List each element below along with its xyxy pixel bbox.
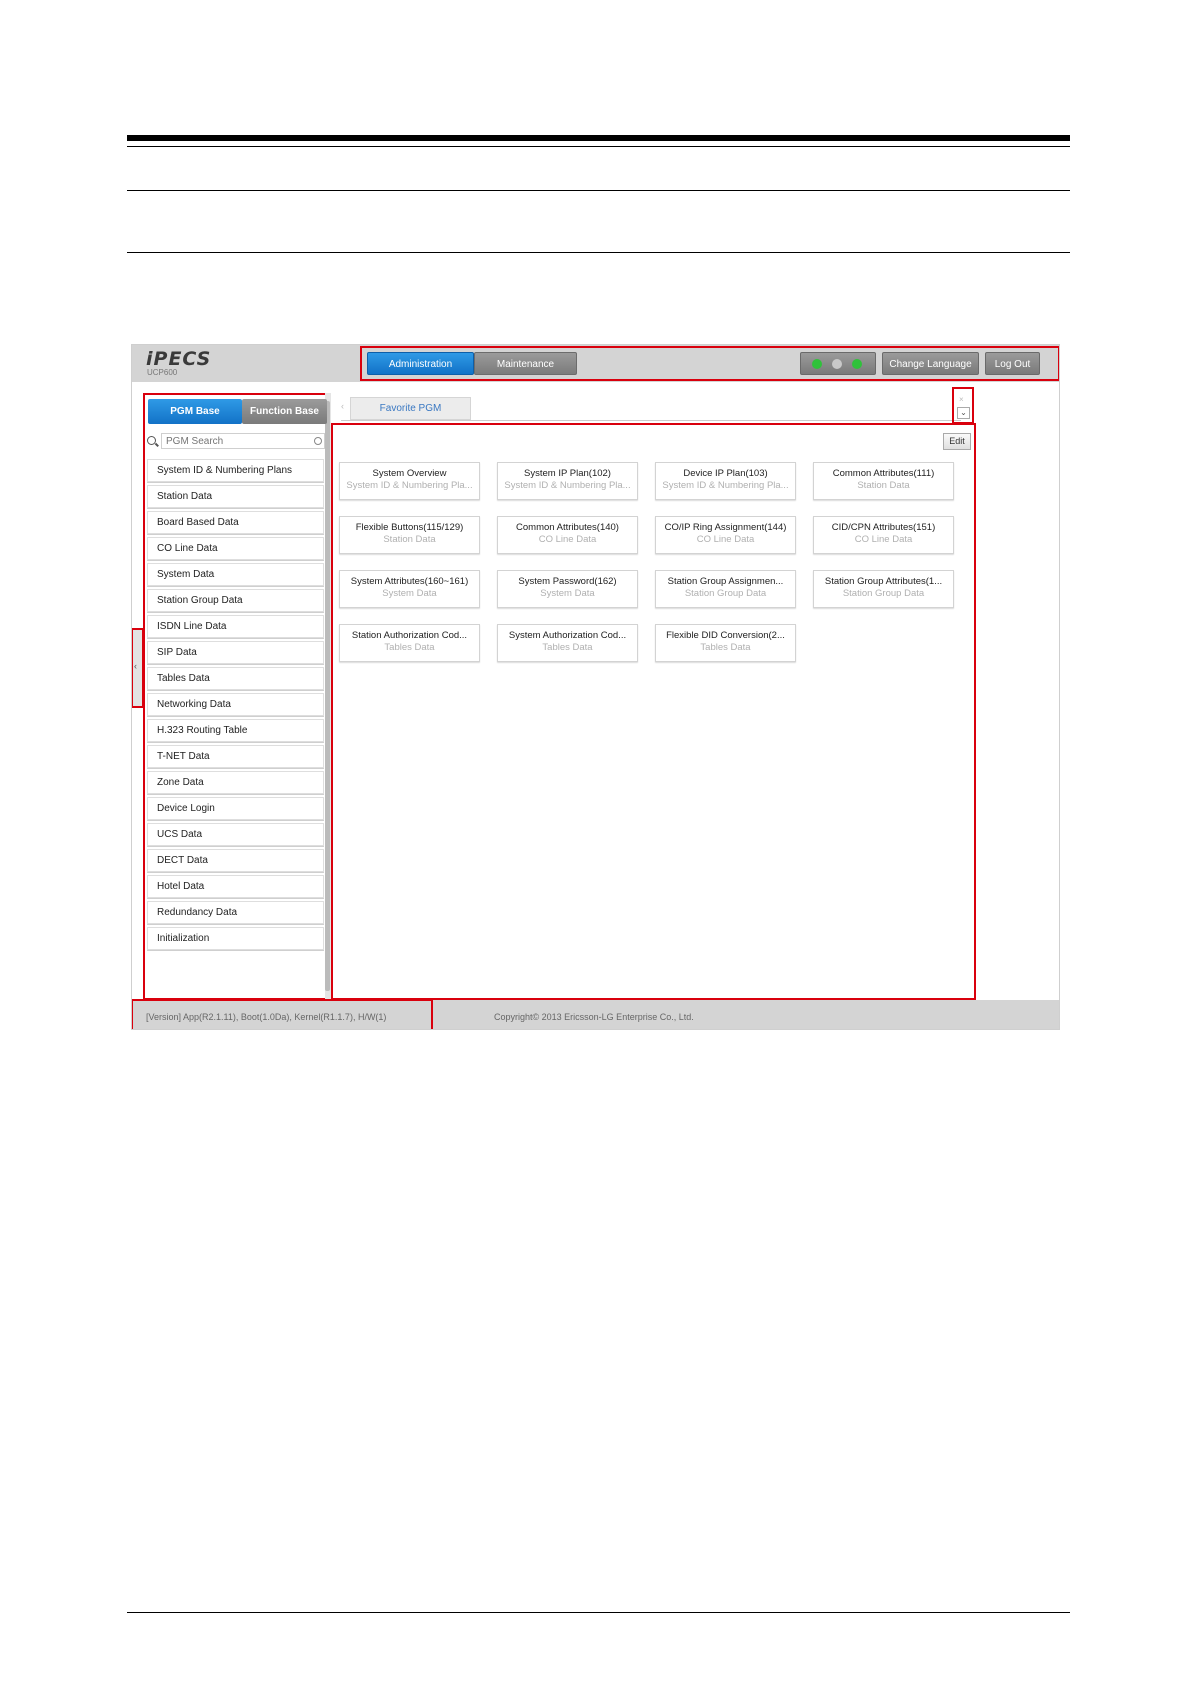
favorite-card[interactable]: System Password(162) System Data [497,570,638,608]
close-tab-icon[interactable]: × [959,395,964,404]
tab-favorite-pgm[interactable]: Favorite PGM [350,397,471,420]
sidebar-item-zone-data[interactable]: Zone Data [147,771,324,794]
card-subtitle: System Data [382,588,437,599]
status-indicators [800,352,876,375]
sidebar-item-h323-routing-table[interactable]: H.323 Routing Table [147,719,324,742]
card-title: System Authorization Cod... [508,630,627,641]
card-title: System Overview [372,468,447,479]
favorite-card[interactable]: System IP Plan(102) System ID & Numberin… [497,462,638,500]
logo: iPECS UCP600 [146,348,212,378]
favorite-card[interactable]: Flexible DID Conversion(2... Tables Data [655,624,796,662]
card-title: Common Attributes(140) [516,522,619,533]
copyright-text: Copyright© 2013 Ericsson-LG Enterprise C… [494,1012,694,1022]
sidebar-item-board-based-data[interactable]: Board Based Data [147,511,324,534]
card-subtitle: CO Line Data [696,534,755,545]
favorite-card[interactable]: Station Group Assignmen... Station Group… [655,570,796,608]
card-subtitle: Station Data [383,534,436,545]
favorite-card[interactable]: Flexible Buttons(115/129) Station Data [339,516,480,554]
card-title: Station Group Attributes(1... [824,576,943,587]
logo-text: iPECS [146,348,212,370]
sidebar-item-station-data[interactable]: Station Data [147,485,324,508]
card-subtitle: Station Group Data [684,588,767,599]
sidebar-item-dect-data[interactable]: DECT Data [147,849,324,872]
tab-administration[interactable]: Administration [367,352,474,375]
card-title: Flexible Buttons(115/129) [355,522,464,533]
card-title: Station Authorization Cod... [351,630,468,641]
card-title: System IP Plan(102) [524,468,611,479]
tab-maintenance[interactable]: Maintenance [474,352,577,375]
tab-pgm-base[interactable]: PGM Base [148,399,242,424]
favorite-card[interactable]: Device IP Plan(103) System ID & Numberin… [655,462,796,500]
card-subtitle: CO Line Data [538,534,597,545]
change-language-button[interactable]: Change Language [882,352,979,375]
footer-rule [127,1612,1070,1613]
sidebar-item-redundancy-data[interactable]: Redundancy Data [147,901,324,924]
sidebar-item-co-line-data[interactable]: CO Line Data [147,537,324,560]
status-dot-icon [812,359,822,369]
header-rule-thin-2 [127,190,1070,191]
status-dot-icon [852,359,862,369]
sidebar-item-system-data[interactable]: System Data [147,563,324,586]
favorite-card[interactable]: Station Group Attributes(1... Station Gr… [813,570,954,608]
card-subtitle: Tables Data [700,642,751,653]
favorite-card[interactable]: System Authorization Cod... Tables Data [497,624,638,662]
sidebar-item-device-login[interactable]: Device Login [147,797,324,820]
status-dot-icon [832,359,842,369]
card-subtitle: Station Group Data [842,588,925,599]
card-subtitle: System Data [540,588,595,599]
card-title: Common Attributes(111) [832,468,935,479]
card-title: CID/CPN Attributes(151) [831,522,936,533]
sidebar-item-system-id-numbering-plans[interactable]: System ID & Numbering Plans [147,459,324,482]
search-icon [147,436,156,445]
sidebar-item-networking-data[interactable]: Networking Data [147,693,324,716]
sidebar-item-hotel-data[interactable]: Hotel Data [147,875,324,898]
header-rule-thin [127,146,1070,147]
version-info: [Version] App(R2.1.11), Boot(1.0Da), Ker… [146,1012,387,1022]
card-subtitle: System ID & Numbering Pla... [662,480,789,491]
sidebar-item-t-net-data[interactable]: T-NET Data [147,745,324,768]
favorite-card[interactable]: CO/IP Ring Assignment(144) CO Line Data [655,516,796,554]
ui-screenshot: iPECS UCP600 Administration Maintenance … [131,344,1060,1030]
header-rule-thin-3 [127,252,1070,253]
card-subtitle: System ID & Numbering Pla... [346,480,473,491]
edit-button[interactable]: Edit [943,433,971,450]
tab-divider [341,420,961,421]
favorite-card[interactable]: Common Attributes(140) CO Line Data [497,516,638,554]
favorite-card[interactable]: System Attributes(160~161) System Data [339,570,480,608]
card-subtitle: Station Data [857,480,910,491]
card-subtitle: CO Line Data [854,534,913,545]
card-subtitle: System ID & Numbering Pla... [504,480,631,491]
card-title: System Password(162) [518,576,617,587]
sidebar-scrollbar[interactable] [325,401,330,991]
sidebar-collapse-handle[interactable]: ‹ [132,628,144,708]
sidebar-item-initialization[interactable]: Initialization [147,927,324,950]
header-rule-thick [127,135,1070,141]
sidebar-item-tables-data[interactable]: Tables Data [147,667,324,690]
card-title: CO/IP Ring Assignment(144) [664,522,787,533]
sidebar-item-station-group-data[interactable]: Station Group Data [147,589,324,612]
sidebar-item-isdn-line-data[interactable]: ISDN Line Data [147,615,324,638]
sidebar-item-ucs-data[interactable]: UCS Data [147,823,324,846]
content-highlight-frame [331,423,976,1000]
tab-function-base[interactable]: Function Base [242,399,327,424]
favorite-card[interactable]: Common Attributes(111) Station Data [813,462,954,500]
clear-search-icon[interactable] [314,437,322,445]
tab-list-chevron-down-icon[interactable]: ⌄ [957,407,970,419]
tab-scroll-left-icon[interactable]: ‹ [341,401,344,411]
card-title: Station Group Assignmen... [667,576,784,587]
card-subtitle: Tables Data [384,642,435,653]
pgm-search-input[interactable] [161,433,325,449]
sidebar-item-sip-data[interactable]: SIP Data [147,641,324,664]
card-subtitle: Tables Data [542,642,593,653]
favorite-card[interactable]: System Overview System ID & Numbering Pl… [339,462,480,500]
chevron-left-icon: ‹ [134,661,137,671]
card-title: System Attributes(160~161) [350,576,469,587]
favorite-card[interactable]: CID/CPN Attributes(151) CO Line Data [813,516,954,554]
log-out-button[interactable]: Log Out [985,352,1040,375]
card-title: Device IP Plan(103) [683,468,768,479]
card-title: Flexible DID Conversion(2... [666,630,785,641]
favorite-card[interactable]: Station Authorization Cod... Tables Data [339,624,480,662]
